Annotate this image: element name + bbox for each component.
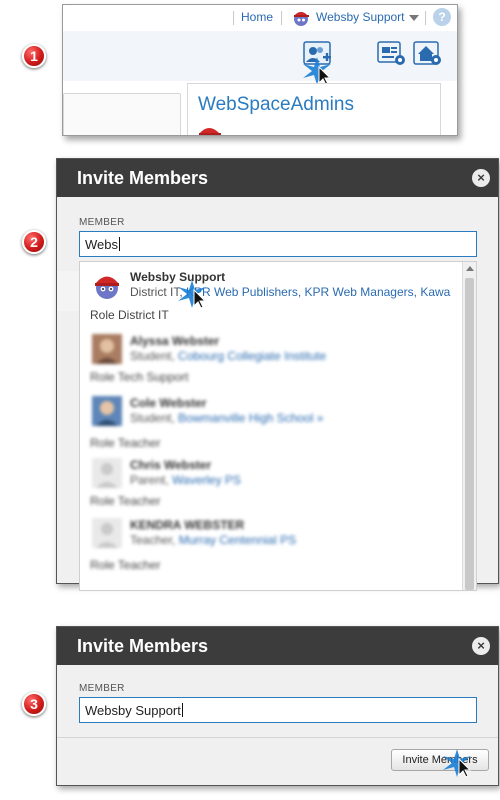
background-strip xyxy=(57,271,79,311)
result-item[interactable]: Alyssa Webster Student, Cobourg Collegia… xyxy=(88,334,458,384)
space-card[interactable]: WebSpaceAdmins xyxy=(187,83,441,135)
cursor-pointer-icon xyxy=(443,749,472,778)
user-menu-label[interactable]: Websby Support xyxy=(316,10,405,24)
result-item[interactable]: KENDRA WEBSTER Teacher, Murray Centennia… xyxy=(88,518,458,574)
member-search-value: Webs xyxy=(85,237,118,252)
result-detail-links[interactable]: KPR Web Publishers, KPR Web Managers, Ka… xyxy=(186,285,450,299)
divider xyxy=(425,11,426,25)
result-detail: Parent, Waverley PS xyxy=(130,473,241,487)
result-item[interactable]: Cole Webster Student, Bowmanville High S… xyxy=(88,396,458,450)
divider xyxy=(57,737,498,738)
user-photo-icon xyxy=(92,396,122,426)
user-placeholder-icon xyxy=(92,518,122,548)
result-name: KENDRA WEBSTER xyxy=(130,518,245,532)
left-card xyxy=(63,93,181,135)
top-bar: Home Websby Support ? xyxy=(63,5,457,29)
result-detail: Teacher, Murray Centennial PS xyxy=(130,533,296,547)
result-role: Role Teacher xyxy=(90,494,161,508)
user-placeholder-icon xyxy=(92,458,122,488)
scrollbar[interactable] xyxy=(462,262,476,590)
dialog-title: Invite Members xyxy=(77,636,209,656)
result-role: Role Teacher xyxy=(90,558,161,572)
step-2-badge: 2 xyxy=(22,230,46,254)
result-item[interactable]: Chris Webster Parent, Waverley PS Role T… xyxy=(88,458,458,508)
settings-doc-icon[interactable] xyxy=(377,41,407,67)
member-field-label: MEMBER xyxy=(79,683,125,694)
help-icon[interactable]: ? xyxy=(433,8,451,26)
user-avatar-icon[interactable] xyxy=(291,7,311,27)
dialog-header: Invite Members × xyxy=(57,627,498,665)
result-detail-prefix: Teacher, xyxy=(130,533,179,547)
close-icon[interactable]: × xyxy=(472,637,490,655)
result-name: Cole Webster xyxy=(130,396,207,410)
result-detail-prefix: Student, xyxy=(130,349,179,363)
space-title[interactable]: WebSpaceAdmins xyxy=(198,94,354,116)
result-detail-links[interactable]: Cobourg Collegiate Institute xyxy=(178,349,326,363)
user-avatar-icon xyxy=(199,128,221,135)
cursor-pointer-icon xyxy=(178,280,207,309)
result-name: Chris Webster xyxy=(130,458,212,472)
text-caret xyxy=(119,237,120,251)
result-role: Role Teacher xyxy=(90,436,161,450)
result-detail-prefix: Parent, xyxy=(130,473,173,487)
member-input-value: Websby Support xyxy=(85,703,181,718)
chevron-down-icon[interactable] xyxy=(409,15,419,21)
dialog-header: Invite Members × xyxy=(57,159,498,197)
step-3-badge: 3 xyxy=(22,692,46,716)
scrollbar-thumb[interactable] xyxy=(465,278,474,590)
user-avatar-icon xyxy=(95,276,119,299)
close-icon[interactable]: × xyxy=(472,169,490,187)
result-detail: Student, Cobourg Collegiate Institute xyxy=(130,349,326,363)
result-name: Alyssa Webster xyxy=(130,334,220,348)
result-detail: Student, Bowmanville High School » xyxy=(130,411,323,425)
member-search-input[interactable]: Webs xyxy=(79,231,477,257)
invite-members-dialog-search: Invite Members × MEMBER Webs Websby Supp… xyxy=(56,158,499,591)
home-settings-icon[interactable] xyxy=(413,41,443,67)
result-role: Role District IT xyxy=(90,308,169,322)
result-role: Role Tech Support xyxy=(90,370,189,384)
member-input[interactable]: Websby Support xyxy=(79,697,477,723)
result-detail-links[interactable]: Bowmanville High School » xyxy=(178,411,323,425)
result-detail-prefix: Student, xyxy=(130,411,179,425)
result-detail-links[interactable]: Waverley PS xyxy=(172,473,241,487)
invite-members-dialog-selected: Invite Members × MEMBER Websby Support I… xyxy=(56,626,499,786)
step-1-badge: 1 xyxy=(22,44,46,68)
dialog-title: Invite Members xyxy=(77,168,209,188)
divider xyxy=(281,11,282,25)
member-field-label: MEMBER xyxy=(79,217,125,228)
result-detail-links[interactable]: Murray Centennial PS xyxy=(179,533,296,547)
invite-members-button[interactable]: Invite Members xyxy=(391,749,489,771)
user-photo-icon xyxy=(92,334,122,364)
member-results-dropdown: Websby Support District IT, KPR Web Publ… xyxy=(79,261,477,591)
text-caret xyxy=(181,703,183,717)
home-link[interactable]: Home xyxy=(241,10,273,24)
result-item-websby-support[interactable]: Websby Support District IT, KPR Web Publ… xyxy=(88,270,458,326)
scroll-up-icon[interactable] xyxy=(466,266,474,271)
site-header-panel: Home Websby Support ? WebSpaceAdmins xyxy=(62,4,458,136)
divider xyxy=(233,11,234,25)
